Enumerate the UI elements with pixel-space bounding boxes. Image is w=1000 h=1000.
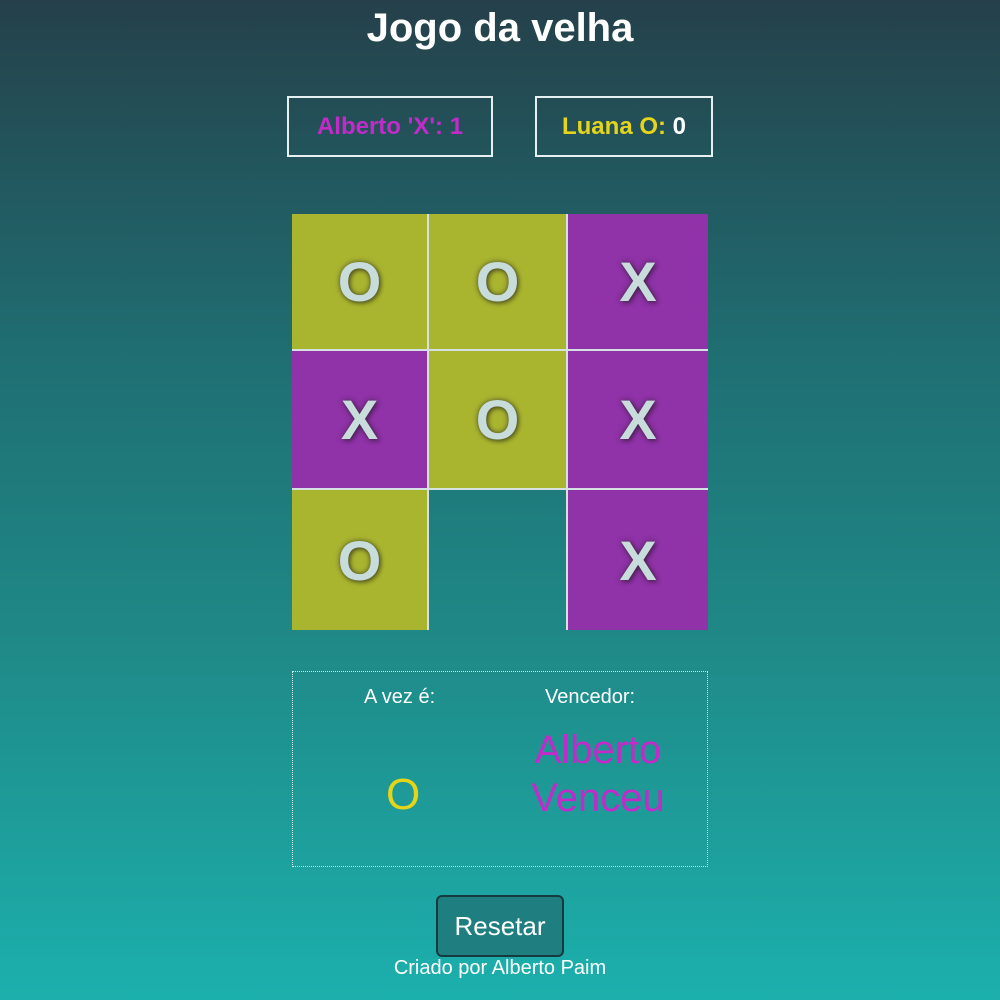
score-player-x-value: 1 (449, 112, 464, 140)
board-cell-4[interactable]: X (292, 351, 429, 490)
reset-button[interactable]: Resetar (436, 895, 564, 957)
board-cell-2[interactable]: O (429, 214, 568, 351)
winner-label: Vencedor: (545, 686, 636, 708)
board-cell-6[interactable]: X (568, 351, 708, 490)
board-cell-8[interactable] (429, 490, 568, 630)
score-player-x: Alberto 'X': 1 (287, 96, 493, 157)
board-cell-9[interactable]: X (568, 490, 708, 630)
turn-label: A vez é: (364, 686, 436, 708)
board-cell-5[interactable]: O (429, 351, 568, 490)
page-title: Jogo da velha (366, 6, 634, 50)
game-board: O O X X O X O X (292, 214, 708, 630)
score-player-o: Luana O: 0 (535, 96, 713, 157)
score-player-o-label: Luana O: (561, 112, 673, 140)
footer-credit: Criado por Alberto Paim (393, 957, 607, 979)
board-cell-1[interactable]: O (292, 214, 429, 351)
turn-value: O (386, 770, 421, 819)
score-player-x-label: Alberto 'X': (316, 112, 450, 140)
board-cell-3[interactable]: X (568, 214, 708, 351)
winner-value: Alberto Venceu (531, 728, 665, 820)
game-status-panel: A vez é: Vencedor: O Alberto Venceu (292, 671, 708, 867)
board-cell-7[interactable]: O (292, 490, 429, 630)
score-player-o-value: 0 (672, 112, 687, 140)
